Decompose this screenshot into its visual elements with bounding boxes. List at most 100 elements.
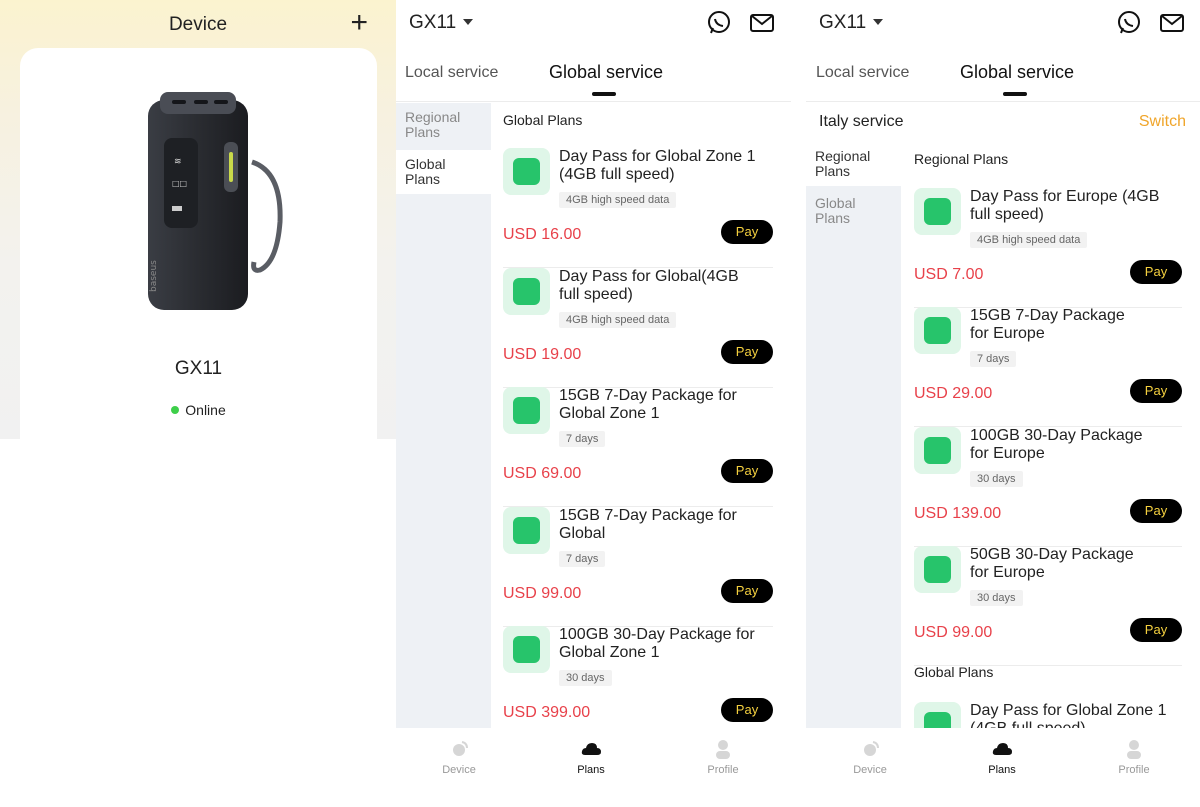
nav-device[interactable]: Device: [830, 738, 910, 776]
device-selector-label: GX11: [409, 12, 457, 33]
tab-local-service[interactable]: Local service: [405, 64, 498, 82]
plan-card[interactable]: Day Pass for Global Zone 1 (4GB full spe…: [503, 148, 773, 268]
plan-card[interactable]: 100GB 30-Day Package for Europe 30 days …: [914, 427, 1182, 547]
plan-list: Global Plans Day Pass for Global Zone 1 …: [491, 103, 791, 728]
pay-button[interactable]: Pay: [721, 340, 773, 364]
plan-price: USD 16.00: [503, 226, 582, 243]
plan-name: 15GB 7-Day Package for Global Zone 1: [559, 387, 737, 422]
nav-plans[interactable]: Plans: [551, 738, 631, 776]
nav-profile-label: Profile: [1118, 764, 1150, 776]
nav-device[interactable]: Device: [419, 738, 499, 776]
plan-price: USD 19.00: [503, 346, 582, 363]
plan-price: USD 69.00: [503, 465, 582, 482]
pay-button[interactable]: Pay: [1130, 499, 1182, 523]
plan-data-icon: [914, 307, 961, 354]
plan-tag: 4GB high speed data: [559, 312, 677, 328]
nav-plans-label: Plans: [577, 764, 605, 776]
active-tab-indicator: [592, 92, 616, 96]
tab-global-service[interactable]: Global service: [960, 62, 1074, 83]
plan-price: USD 139.00: [914, 505, 1002, 522]
profile-nav-icon: [1127, 740, 1141, 759]
plan-name: 15GB 7-Day Package for Global: [559, 507, 737, 542]
device-selector[interactable]: GX11: [819, 12, 884, 34]
device-product-image: ≋ □□ baseus: [148, 92, 283, 310]
plan-card[interactable]: Day Pass for Global Zone 1 (4GB full spe…: [914, 702, 1182, 728]
tab-local-service[interactable]: Local service: [816, 64, 909, 82]
mail-icon[interactable]: [1159, 10, 1185, 36]
plan-list: Regional Plans Day Pass for Europe (4GB …: [902, 142, 1200, 728]
pay-button[interactable]: Pay: [1130, 260, 1182, 284]
plan-card[interactable]: 50GB 30-Day Package for Europe 30 days U…: [914, 546, 1182, 666]
plan-tag: 30 days: [970, 471, 1023, 487]
plan-card[interactable]: Day Pass for Europe (4GB full speed) 4GB…: [914, 188, 1182, 308]
device-screen: Device + ≋ □□ baseus GX11 Online: [0, 0, 396, 807]
mail-icon[interactable]: [749, 10, 775, 36]
nav-device-label: Device: [442, 764, 476, 776]
plan-category-sidebar: Regional Plans Global Plans: [806, 142, 901, 728]
plans-screen-italy: GX11 Local service Global service Italy …: [806, 0, 1200, 807]
plan-category-sidebar: Regional Plans Global Plans: [396, 103, 491, 728]
plan-name: Day Pass for Global Zone 1 (4GB full spe…: [559, 148, 756, 183]
device-status: Online: [20, 402, 377, 418]
plan-price: USD 99.00: [503, 585, 582, 602]
nav-profile[interactable]: Profile: [683, 738, 763, 776]
plan-name: Day Pass for Global(4GB full speed): [559, 268, 739, 303]
sidebar-item-regional-plans[interactable]: Regional Plans: [396, 103, 491, 147]
section-title-global: Global Plans: [914, 664, 994, 680]
plan-tag: 7 days: [559, 551, 606, 567]
device-name: GX11: [174, 358, 223, 379]
plan-tag: 30 days: [970, 590, 1023, 606]
pay-button[interactable]: Pay: [721, 220, 773, 244]
svg-text:≋: ≋: [174, 157, 182, 167]
plan-card[interactable]: 15GB 7-Day Package for Global Zone 1 7 d…: [503, 387, 773, 507]
plus-icon[interactable]: +: [350, 8, 368, 38]
plan-price: USD 29.00: [914, 385, 993, 402]
plan-name: 15GB 7-Day Package for Europe: [970, 307, 1125, 342]
pay-button[interactable]: Pay: [721, 698, 773, 722]
plan-name: 100GB 30-Day Package for Europe: [970, 427, 1143, 462]
plan-data-icon: [914, 702, 961, 728]
plan-name: 100GB 30-Day Package for Global Zone 1: [559, 626, 755, 661]
service-tabs: Local service Global service: [396, 62, 791, 102]
sidebar-item-regional-plans[interactable]: Regional Plans: [806, 142, 901, 186]
pay-button[interactable]: Pay: [721, 579, 773, 603]
whatsapp-icon[interactable]: [1116, 10, 1142, 36]
caret-down-icon: [873, 19, 884, 25]
plan-tag: 7 days: [970, 351, 1017, 367]
sidebar-item-global-plans[interactable]: Global Plans: [806, 189, 901, 233]
profile-nav-icon: [716, 740, 730, 759]
plan-card[interactable]: 15GB 7-Day Package for Global 7 days USD…: [503, 507, 773, 627]
status-text: Online: [185, 402, 226, 418]
pay-button[interactable]: Pay: [1130, 618, 1182, 642]
plan-price: USD 99.00: [914, 624, 993, 641]
bottom-nav: Device Plans Profile: [396, 728, 791, 807]
plan-data-icon: [503, 387, 550, 434]
sidebar-item-global-plans[interactable]: Global Plans: [396, 150, 491, 194]
plan-price: USD 7.00: [914, 266, 984, 283]
plans-cloud-icon: [992, 743, 1012, 755]
plan-price: USD 399.00: [503, 704, 591, 721]
device-selector-label: GX11: [819, 12, 867, 33]
plan-data-icon: [914, 188, 961, 235]
section-title-regional: Regional Plans: [914, 151, 1009, 167]
plan-name: Day Pass for Europe (4GB full speed): [970, 188, 1160, 223]
plan-name: 50GB 30-Day Package for Europe: [970, 546, 1134, 581]
plan-card[interactable]: 15GB 7-Day Package for Europe 7 days USD…: [914, 307, 1182, 427]
nav-plans[interactable]: Plans: [962, 738, 1042, 776]
plan-data-icon: [503, 148, 550, 195]
pay-button[interactable]: Pay: [721, 459, 773, 483]
plan-card[interactable]: Day Pass for Global(4GB full speed) 4GB …: [503, 268, 773, 388]
country-service-label: Italy service: [819, 113, 904, 130]
plan-card[interactable]: 100GB 30-Day Package for Global Zone 1 3…: [503, 626, 773, 728]
switch-link[interactable]: Switch: [1139, 113, 1186, 131]
device-selector[interactable]: GX11: [409, 12, 474, 34]
tab-global-service[interactable]: Global service: [549, 62, 663, 83]
whatsapp-icon[interactable]: [706, 10, 732, 36]
nav-profile[interactable]: Profile: [1094, 738, 1174, 776]
bottom-nav: Device Plans Profile: [806, 728, 1200, 807]
plan-data-icon: [503, 507, 550, 554]
device-card[interactable]: ≋ □□ baseus GX11 Online: [20, 48, 377, 439]
caret-down-icon: [463, 19, 474, 25]
section-title: Global Plans: [503, 112, 583, 128]
pay-button[interactable]: Pay: [1130, 379, 1182, 403]
